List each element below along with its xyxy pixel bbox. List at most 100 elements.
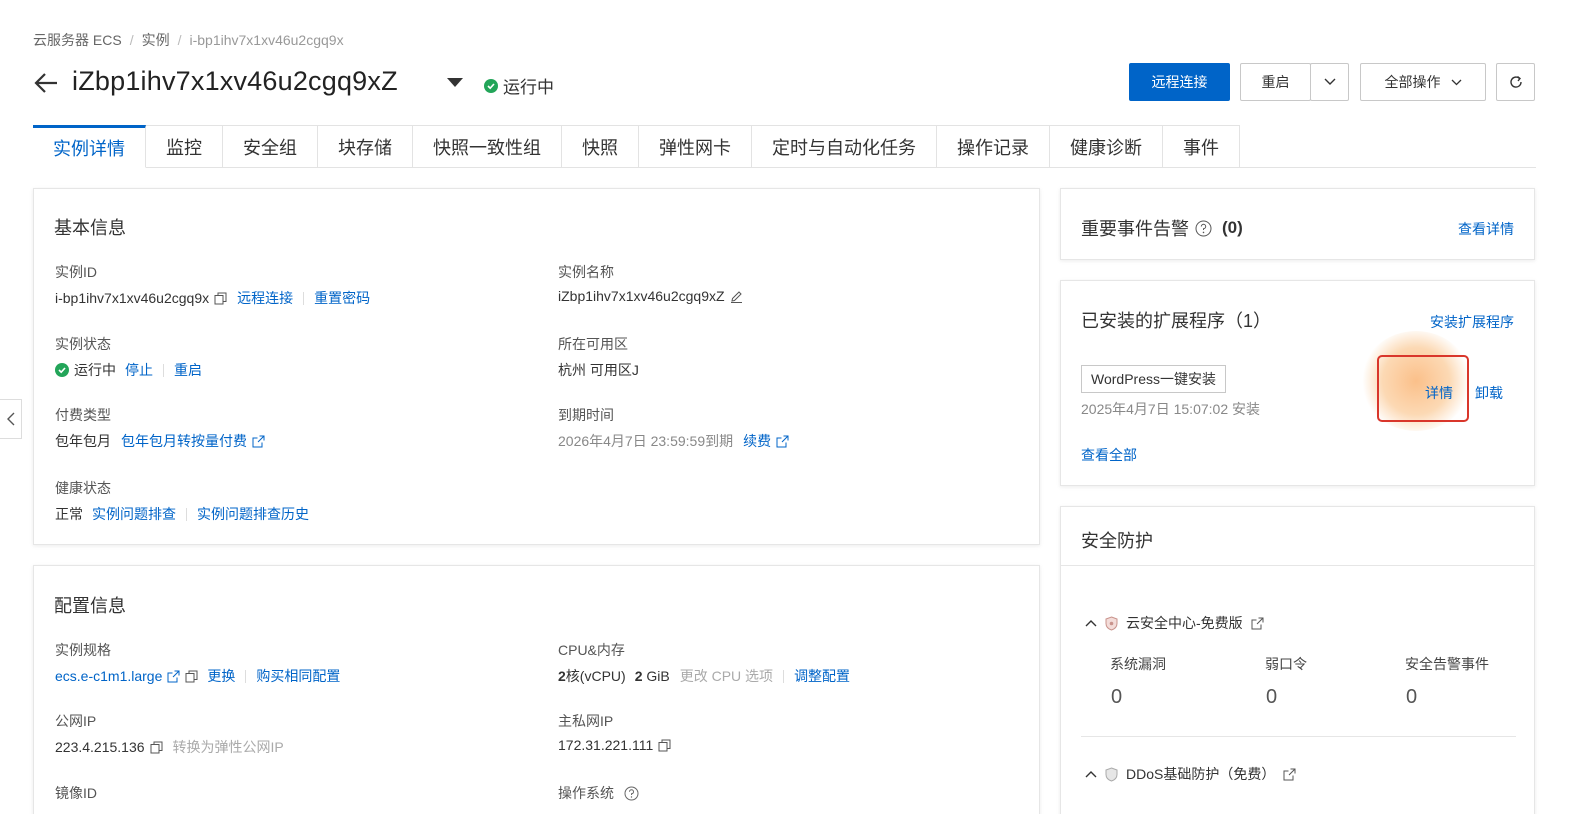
breadcrumb-separator: / (129, 32, 134, 48)
tab-monitoring[interactable]: 监控 (146, 125, 223, 168)
security-center-row[interactable]: 云安全中心-免费版 (1085, 613, 1264, 633)
external-link-icon[interactable] (1251, 617, 1264, 630)
image-id-label: 镜像ID (55, 785, 97, 801)
install-extension-link[interactable]: 安装扩展程序 (1430, 312, 1514, 332)
extension-tag: WordPress一键安装 (1081, 365, 1226, 393)
renew-link[interactable]: 续费 (743, 431, 771, 451)
back-arrow-icon[interactable] (33, 70, 59, 96)
card-title: 配置信息 (54, 596, 126, 616)
chevron-left-icon (6, 412, 14, 426)
refresh-icon (1509, 75, 1522, 88)
copy-icon[interactable] (214, 292, 227, 305)
health-label: 健康状态 (55, 480, 111, 496)
caret-down-icon[interactable] (447, 78, 463, 87)
extensions-title: 已安装的扩展程序（1） (1081, 311, 1272, 331)
alert-events-count[interactable]: 0 (1406, 686, 1417, 709)
weak-password-count[interactable]: 0 (1266, 686, 1277, 709)
remote-connect-button[interactable]: 远程连接 (1129, 63, 1230, 101)
security-card: 安全防护 云安全中心-免费版 系统漏洞 弱口令 安全告警事件 0 0 0 DDo… (1060, 506, 1535, 814)
highlight-box (1377, 355, 1469, 422)
zone-label: 所在可用区 (558, 336, 628, 352)
health-value: 正常 (55, 506, 83, 522)
divider (1061, 565, 1534, 566)
extension-install-time: 2025年4月7日 15:07:02 安装 (1081, 401, 1260, 417)
state-value: 运行中 (74, 362, 116, 378)
view-events-link[interactable]: 查看详情 (1458, 219, 1514, 239)
sidebar-toggle[interactable] (0, 399, 22, 439)
change-spec-link[interactable]: 更换 (207, 666, 235, 686)
buy-same-link[interactable]: 购买相同配置 (256, 666, 340, 686)
remote-connect-link[interactable]: 远程连接 (237, 288, 293, 308)
troubleshoot-history-link[interactable]: 实例问题排查历史 (197, 504, 309, 524)
help-icon[interactable] (624, 786, 639, 801)
tab-eni[interactable]: 弹性网卡 (639, 125, 752, 168)
breadcrumb: 云服务器 ECS / 实例 / i-bp1ihv7x1xv46u2cgq9x (33, 30, 344, 50)
tab-snapshots[interactable]: 快照 (562, 125, 639, 168)
divider (163, 363, 164, 377)
ddos-row[interactable]: DDoS基础防护（免费） (1085, 764, 1296, 784)
refresh-button[interactable] (1496, 63, 1535, 101)
billing-convert-link[interactable]: 包年包月转按量付费 (121, 431, 247, 451)
public-ip-label: 公网IP (55, 713, 97, 729)
spec-row: ecs.e-c1m1.large 更换 购买相同配置 (55, 666, 340, 686)
status-text: 运行中 (503, 78, 554, 97)
edit-icon[interactable] (730, 290, 743, 303)
restart-link[interactable]: 重启 (174, 360, 202, 380)
stop-link[interactable]: 停止 (125, 360, 153, 380)
shield-icon (1105, 766, 1118, 782)
restart-button[interactable]: 重启 (1240, 63, 1311, 101)
vuln-count[interactable]: 0 (1111, 686, 1122, 709)
external-link-icon[interactable] (167, 670, 180, 683)
tab-block-storage[interactable]: 块存储 (318, 125, 413, 168)
billing-label: 付费类型 (55, 407, 111, 423)
health-row: 正常 实例问题排查 实例问题排查历史 (55, 504, 309, 524)
copy-icon[interactable] (185, 670, 198, 683)
weak-password-label: 弱口令 (1265, 656, 1307, 672)
private-ip-row: 172.31.221.111 (558, 737, 671, 753)
troubleshoot-link[interactable]: 实例问题排查 (92, 504, 176, 524)
restart-dropdown-button[interactable] (1310, 63, 1349, 101)
chevron-up-icon[interactable] (1085, 770, 1097, 778)
copy-icon[interactable] (658, 739, 671, 752)
all-operations-dropdown[interactable]: 全部操作 (1360, 63, 1486, 101)
spec-link[interactable]: ecs.e-c1m1.large (55, 668, 162, 684)
tab-operation-logs[interactable]: 操作记录 (937, 125, 1050, 168)
card-title: 基本信息 (54, 218, 126, 238)
state-row: 运行中 停止 重启 (55, 360, 202, 380)
external-link-icon[interactable] (776, 435, 789, 448)
tab-snapshot-consistency-group[interactable]: 快照一致性组 (413, 125, 562, 168)
tab-health-diagnosis[interactable]: 健康诊断 (1050, 125, 1163, 168)
external-link-icon[interactable] (252, 435, 265, 448)
view-all-extensions-link[interactable]: 查看全部 (1081, 445, 1137, 465)
memory-size: 2 (634, 668, 643, 684)
basic-info-card: 基本信息 实例ID i-bp1ihv7x1xv46u2cgq9x 远程连接 重置… (33, 188, 1040, 545)
divider (1081, 736, 1516, 737)
breadcrumb-ecs[interactable]: 云服务器 ECS (33, 30, 122, 50)
extension-detail-link[interactable]: 详情 (1425, 383, 1453, 403)
cpu-count: 2 (558, 668, 566, 684)
tab-events[interactable]: 事件 (1163, 125, 1240, 168)
events-card: 重要事件告警 (0) 查看详情 (1060, 188, 1535, 260)
expire-row: 2026年4月7日 23:59:59到期 续费 (558, 431, 789, 451)
adjust-config-link[interactable]: 调整配置 (794, 666, 850, 686)
copy-icon[interactable] (150, 741, 163, 754)
expire-value: 2026年4月7日 23:59:59到期 (558, 433, 734, 449)
cpu-unit: 核(vCPU) (565, 668, 626, 684)
state-label: 实例状态 (55, 336, 111, 352)
chevron-up-icon[interactable] (1085, 619, 1097, 627)
change-cpu-options: 更改 CPU 选项 (679, 668, 774, 684)
os-label-row: 操作系统 (558, 783, 639, 803)
external-link-icon[interactable] (1283, 768, 1296, 781)
breadcrumb-instances[interactable]: 实例 (142, 30, 170, 50)
help-icon[interactable] (1195, 220, 1212, 237)
breadcrumb-current: i-bp1ihv7x1xv46u2cgq9x (189, 32, 344, 48)
convert-eip-text: 转换为弹性公网IP (172, 739, 284, 755)
extension-uninstall-link[interactable]: 卸载 (1475, 383, 1503, 403)
reset-password-link[interactable]: 重置密码 (314, 288, 370, 308)
cpu-row: 2 核(vCPU) 2 GiB 更改 CPU 选项 调整配置 (558, 666, 850, 686)
tab-instance-details[interactable]: 实例详情 (33, 125, 146, 168)
security-title: 安全防护 (1081, 531, 1153, 551)
tab-scheduled-tasks[interactable]: 定时与自动化任务 (752, 125, 937, 168)
breadcrumb-separator: / (177, 32, 182, 48)
tab-security-group[interactable]: 安全组 (223, 125, 318, 168)
